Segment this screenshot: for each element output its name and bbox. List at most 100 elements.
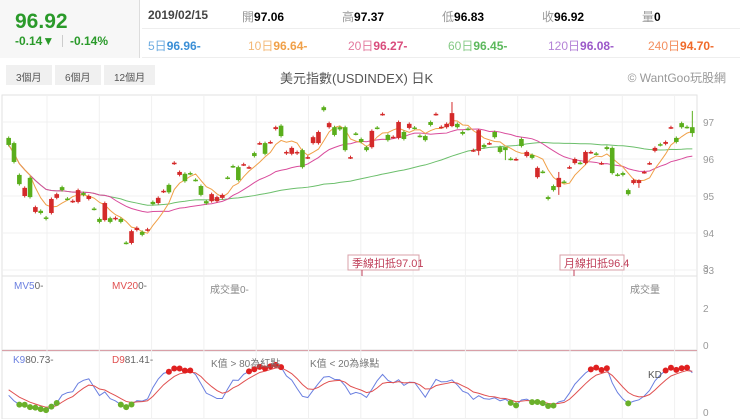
- mv20-label: MV20: [112, 281, 139, 292]
- candle-up: [209, 194, 214, 202]
- candle-down: [198, 186, 204, 195]
- candle-down: [252, 153, 257, 157]
- candle-down: [91, 208, 97, 211]
- candle-up: [636, 180, 642, 184]
- y-tick-label: 96: [703, 155, 715, 166]
- mv20-value: 0-: [138, 281, 148, 292]
- candle-up: [86, 196, 92, 199]
- candle-down: [577, 162, 583, 165]
- y-tick-label: 94: [703, 229, 715, 240]
- candle-down: [139, 231, 145, 235]
- kd-oversold-dot: [53, 399, 60, 406]
- candle-down: [225, 177, 230, 179]
- volume-ind-label: 成交量: [210, 285, 240, 296]
- kd-overbought-dot: [593, 364, 600, 371]
- candle-down: [679, 123, 684, 128]
- candle-up: [177, 171, 182, 175]
- candle-down: [193, 179, 198, 182]
- candle-up: [390, 136, 396, 139]
- candle-down: [27, 177, 33, 198]
- candle-up: [145, 229, 150, 231]
- kd-oversold-dot: [27, 404, 34, 411]
- candle-down: [38, 210, 44, 214]
- d9-indicator: D981.41-: [112, 355, 153, 366]
- candle-up: [444, 123, 449, 128]
- kd-overbought-dot: [673, 366, 680, 373]
- mv5-value: 0-: [34, 281, 44, 292]
- candle-down: [508, 158, 514, 161]
- candle-down: [11, 143, 17, 162]
- candle-down: [604, 147, 610, 150]
- candle-up: [289, 147, 295, 154]
- kd-overbought-dot: [598, 367, 605, 374]
- candle-down: [657, 144, 663, 146]
- candle-down: [620, 173, 626, 175]
- candle-up: [433, 113, 439, 116]
- volume-axis-label: 3: [703, 264, 709, 275]
- kd-oversold-dot: [37, 406, 44, 413]
- candle-down: [529, 154, 535, 158]
- kd-oversold-dot: [16, 401, 23, 408]
- candle-down: [497, 147, 503, 152]
- candle-down: [203, 201, 209, 204]
- candle-down: [321, 107, 327, 111]
- candle-down: [6, 137, 11, 145]
- candle-down: [674, 137, 679, 142]
- candle-down: [465, 128, 471, 131]
- candle-up: [438, 126, 444, 129]
- kd-oversold-dot: [625, 400, 632, 407]
- candle-down: [455, 123, 460, 128]
- kd-overbought-dot: [171, 365, 178, 372]
- candle-up: [113, 217, 118, 220]
- volume-panel-frame: [1, 275, 698, 351]
- volume-panel-label: 成交量: [630, 285, 660, 296]
- candle-down: [422, 136, 428, 141]
- kd-oversold-dot: [21, 401, 28, 408]
- candle-down: [300, 150, 305, 168]
- kd-panel-label: KD: [648, 370, 662, 381]
- kd-axis-label: 0: [703, 408, 709, 419]
- candle-up: [129, 231, 134, 243]
- candle-up: [273, 127, 279, 130]
- candle-up: [33, 207, 38, 212]
- volume-ind-value: 0-: [240, 285, 249, 296]
- candle-down: [460, 131, 465, 134]
- kd-oversold-dot: [529, 399, 536, 406]
- candle-down: [107, 218, 113, 222]
- candle-down: [236, 167, 241, 181]
- candle-down: [332, 127, 337, 135]
- candle-down: [65, 198, 70, 201]
- candle-down: [97, 218, 102, 222]
- k9-value: 80.73-: [25, 355, 54, 366]
- candle-down: [182, 173, 188, 182]
- candle-up: [513, 159, 519, 161]
- candle-up: [310, 137, 316, 144]
- kd-oversold-dot: [117, 401, 124, 408]
- y-tick-label: 97: [703, 118, 715, 129]
- kd-note-green: K值 < 20為綠點: [310, 359, 380, 370]
- candle-up: [49, 198, 54, 214]
- candle-up: [556, 177, 562, 188]
- volume-axis-label: 2: [703, 304, 709, 315]
- mv5-indicator: MV50-: [14, 281, 43, 292]
- mv5-label: MV5: [14, 281, 35, 292]
- y-tick-label: 95: [703, 192, 715, 203]
- candle-up: [305, 157, 311, 159]
- candle-down: [150, 201, 156, 205]
- candle-up: [155, 197, 161, 204]
- candle-down: [374, 127, 380, 130]
- candle-up: [257, 143, 263, 145]
- kd-oversold-dot: [513, 402, 520, 409]
- candle-down: [385, 134, 391, 141]
- candle-down: [230, 166, 236, 168]
- candle-down: [17, 174, 22, 185]
- candle-down: [417, 135, 423, 138]
- candle-up: [220, 194, 225, 198]
- candle-up: [652, 147, 658, 151]
- candle-down: [412, 127, 417, 130]
- candle-up: [102, 203, 108, 221]
- candle-down: [690, 127, 695, 134]
- candle-up: [326, 123, 332, 128]
- kd-oversold-dot: [43, 407, 50, 414]
- kd-oversold-dot: [550, 402, 557, 409]
